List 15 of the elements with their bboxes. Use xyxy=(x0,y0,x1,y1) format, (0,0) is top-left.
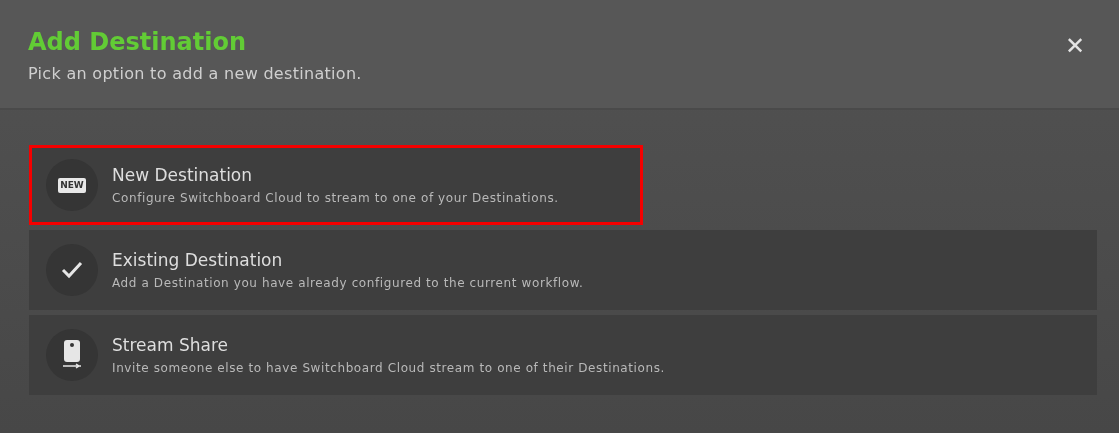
close-button[interactable]: ✕ xyxy=(1058,30,1091,62)
option-title: Existing Destination xyxy=(112,248,284,271)
new-badge-icon: NEW xyxy=(46,159,98,211)
option-description: Configure Switchboard Cloud to stream to one of your Destinations. xyxy=(112,189,559,207)
option-description: Add a Destination you have already configured to the current workflow. xyxy=(112,274,584,292)
option-card[interactable]: Stream Share Invite someone else to have Switchboard Cloud stream to one of their Destinations. xyxy=(29,315,1097,395)
option-description: Invite someone else to have Switchboard Cloud stream to one of their Destinations. xyxy=(112,359,665,377)
checkmark-icon xyxy=(61,261,83,279)
phone-icon xyxy=(62,340,82,370)
option-title: New Destination xyxy=(112,163,254,186)
dialog-subtitle: Pick an option to add a new destination. xyxy=(28,63,362,85)
dialog-title: Add Destination xyxy=(28,27,248,58)
option-card[interactable]: Existing Destination Add a Destination you have already configured to the current workflow. xyxy=(29,230,1097,310)
option-title: Stream Share xyxy=(112,333,229,356)
option-card[interactable]: NEW New Destination Configure Switchboard Cloud to stream to one of your Destinations. xyxy=(29,145,643,225)
